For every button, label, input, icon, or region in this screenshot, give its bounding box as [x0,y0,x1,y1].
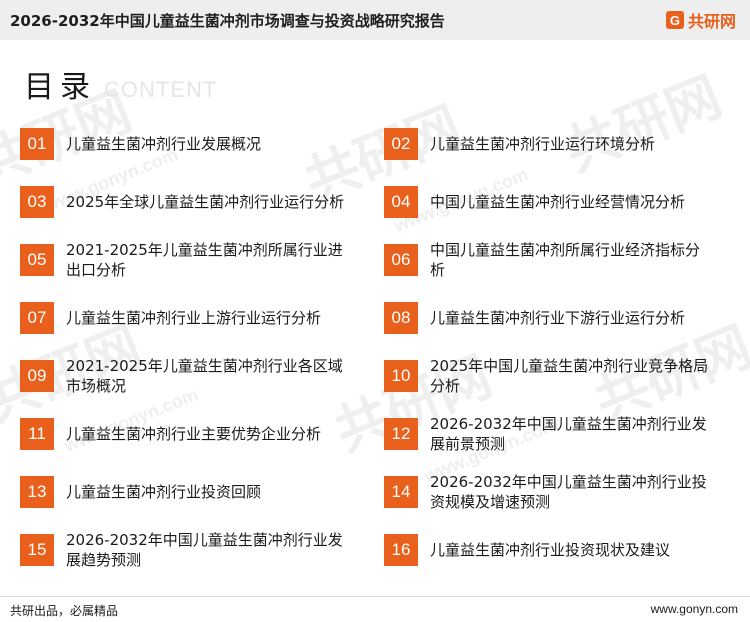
toc-item-13[interactable]: 13 儿童益生菌冲剂行业投资回顾 [20,472,350,512]
toc-item-15[interactable]: 15 2026-2032年中国儿童益生菌冲剂行业发展趋势预测 [20,530,350,570]
toc-number: 15 [20,534,54,566]
logo-icon: G [665,11,684,29]
toc-label: 2021-2025年儿童益生菌冲剂所属行业进出口分析 [66,241,343,279]
toc-number: 01 [20,128,54,160]
watermark-text: 共研网 [555,64,730,184]
footer-url[interactable]: www.gonyn.com [651,602,738,616]
toc-label: 中国儿童益生菌冲剂所属行业经济指标分析 [430,241,701,279]
toc-label: 儿童益生菌冲剂行业主要优势企业分析 [66,425,322,443]
toc-number: 09 [20,360,54,392]
toc-item-09[interactable]: 09 2021-2025年儿童益生菌冲剂行业各区域市场概况 [20,356,350,396]
header-bar: 2026-2032年中国儿童益生菌冲剂市场调查与投资战略研究报告 G 共研网 [0,0,750,40]
toc-item-04[interactable]: 04 中国儿童益生菌冲剂行业经营情况分析 [384,182,714,222]
brand-name: 共研网 [687,12,736,31]
toc-number: 14 [384,476,418,508]
toc-item-10[interactable]: 10 2025年中国儿童益生菌冲剂行业竞争格局分析 [384,356,714,396]
toc-number: 07 [20,302,54,334]
toc-label: 2021-2025年儿童益生菌冲剂行业各区域市场概况 [66,357,343,395]
toc-label: 中国儿童益生菌冲剂行业经营情况分析 [430,193,686,211]
toc-label: 儿童益生菌冲剂行业投资回顾 [66,483,262,501]
toc-label: 儿童益生菌冲剂行业下游行业运行分析 [430,309,686,327]
toc-item-08[interactable]: 08 儿童益生菌冲剂行业下游行业运行分析 [384,298,714,338]
toc-label: 儿童益生菌冲剂行业投资现状及建议 [430,541,671,559]
toc-label: 2026-2032年中国儿童益生菌冲剂行业投资规模及增速预测 [430,473,707,511]
toc-item-06[interactable]: 06 中国儿童益生菌冲剂所属行业经济指标分析 [384,240,714,280]
toc-title: 目录 [24,70,96,105]
toc-item-11[interactable]: 11 儿童益生菌冲剂行业主要优势企业分析 [20,414,350,454]
toc-item-02[interactable]: 02 儿童益生菌冲剂行业运行环境分析 [384,124,714,164]
toc-item-12[interactable]: 12 2026-2032年中国儿童益生菌冲剂行业发展前景预测 [384,414,714,454]
toc-label: 儿童益生菌冲剂行业发展概况 [66,135,262,153]
toc-number: 05 [20,244,54,276]
toc-label: 儿童益生菌冲剂行业运行环境分析 [430,135,656,153]
toc-item-05[interactable]: 05 2021-2025年儿童益生菌冲剂所属行业进出口分析 [20,240,350,280]
toc-heading: 目录 CONTENT [24,62,217,106]
toc-number: 10 [384,360,418,392]
toc-item-03[interactable]: 03 2025年全球儿童益生菌冲剂行业运行分析 [20,182,350,222]
toc-item-16[interactable]: 16 儿童益生菌冲剂行业投资现状及建议 [384,530,714,570]
toc-number: 06 [384,244,418,276]
toc-label: 2025年全球儿童益生菌冲剂行业运行分析 [66,193,345,211]
toc-number: 16 [384,534,418,566]
brand-logo[interactable]: G 共研网 [665,9,736,31]
toc-label: 2026-2032年中国儿童益生菌冲剂行业发展趋势预测 [66,531,343,569]
toc-item-07[interactable]: 07 儿童益生菌冲剂行业上游行业运行分析 [20,298,350,338]
toc-subtitle: CONTENT [104,77,218,102]
toc-item-01[interactable]: 01 儿童益生菌冲剂行业发展概况 [20,124,350,164]
toc-item-14[interactable]: 14 2026-2032年中国儿童益生菌冲剂行业投资规模及增速预测 [384,472,714,512]
toc-number: 02 [384,128,418,160]
toc-number: 11 [20,418,54,450]
toc-label: 2026-2032年中国儿童益生菌冲剂行业发展前景预测 [430,415,707,453]
toc-label: 儿童益生菌冲剂行业上游行业运行分析 [66,309,322,327]
toc-number: 13 [20,476,54,508]
toc-number: 12 [384,418,418,450]
report-title: 2026-2032年中国儿童益生菌冲剂市场调查与投资战略研究报告 [10,12,445,30]
toc-number: 03 [20,186,54,218]
toc-number: 08 [384,302,418,334]
toc-label: 2025年中国儿童益生菌冲剂行业竞争格局分析 [430,357,709,395]
footer-divider [0,596,750,597]
footer-slogan: 共研出品，必属精品 [10,604,119,618]
toc-number: 04 [384,186,418,218]
